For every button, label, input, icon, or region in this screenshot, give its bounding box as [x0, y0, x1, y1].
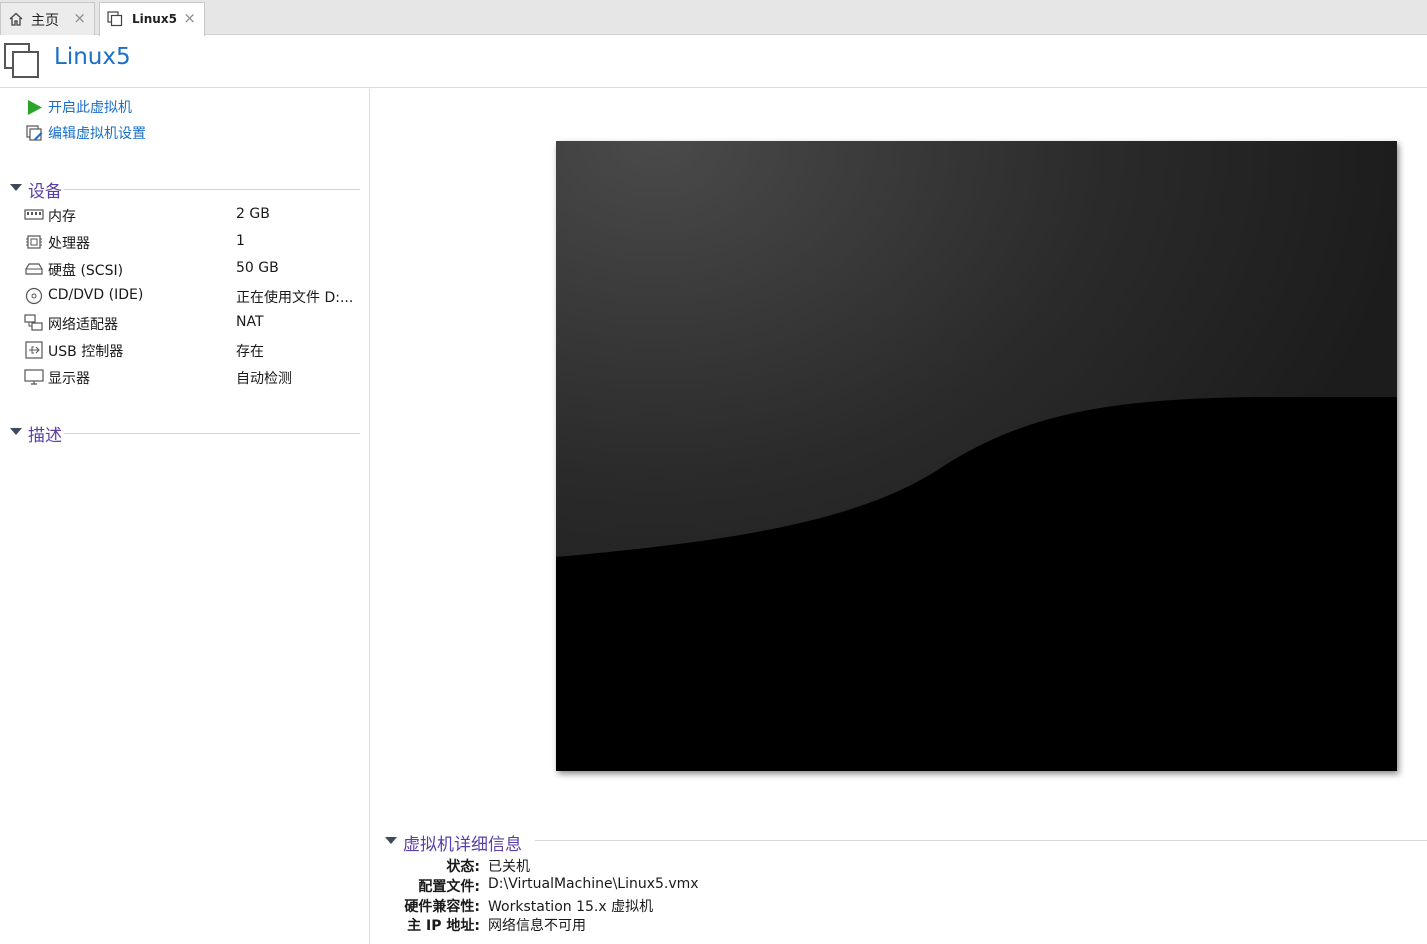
- vm-header: Linux5: [0, 36, 1427, 88]
- memory-icon: [24, 209, 44, 220]
- device-name: 处理器: [48, 236, 90, 252]
- devices-section-header[interactable]: 设备: [8, 176, 360, 202]
- display-icon: [24, 369, 44, 385]
- detail-key: 硬件兼容性:: [404, 899, 480, 915]
- start-vm-label: 开启此虚拟机: [48, 100, 132, 116]
- device-name: 内存: [48, 209, 76, 225]
- device-value: 1: [236, 233, 245, 249]
- detail-value: Workstation 15.x 虚拟机: [488, 899, 654, 915]
- device-name: CD/DVD (IDE): [48, 287, 144, 303]
- tab-linux5[interactable]: Linux5 ×: [99, 2, 205, 36]
- detail-row-hardware-compat: 硬件兼容性: Workstation 15.x 虚拟机: [385, 896, 1427, 916]
- device-row-usb[interactable]: USB 控制器 存在: [24, 338, 360, 362]
- device-name: USB 控制器: [48, 344, 124, 360]
- device-name: 硬盘 (SCSI): [48, 263, 124, 279]
- vm-icon: [107, 11, 123, 27]
- device-row-display[interactable]: 显示器 自动检测: [24, 365, 360, 389]
- hard-disk-icon: [25, 263, 43, 275]
- description-section-title: 描述: [28, 426, 62, 446]
- device-row-hard-disk[interactable]: 硬盘 (SCSI) 50 GB: [24, 257, 360, 281]
- section-divider: [64, 433, 360, 434]
- close-icon[interactable]: ×: [183, 9, 196, 27]
- detail-row-config-file: 配置文件: D:\VirtualMachine\Linux5.vmx: [385, 876, 1427, 896]
- detail-value: D:\VirtualMachine\Linux5.vmx: [488, 876, 699, 892]
- detail-key: 主 IP 地址:: [407, 918, 480, 934]
- play-icon: [28, 99, 42, 115]
- detail-row-status: 状态: 已关机: [385, 856, 1427, 876]
- detail-key: 配置文件:: [418, 879, 480, 895]
- section-divider: [64, 189, 360, 190]
- section-divider: [535, 840, 1427, 841]
- collapse-arrow-icon: [385, 837, 397, 844]
- network-adapter-icon: [24, 314, 43, 331]
- close-icon[interactable]: ×: [73, 9, 86, 27]
- devices-section-title: 设备: [28, 182, 62, 202]
- edit-settings-label: 编辑虚拟机设置: [48, 126, 146, 142]
- tab-bar: 主页 × Linux5 ×: [0, 0, 1427, 36]
- detail-row-ip-address: 主 IP 地址: 网络信息不可用: [385, 915, 1427, 935]
- vm-details-section-header[interactable]: 虚拟机详细信息: [385, 828, 1427, 855]
- device-row-memory[interactable]: 内存 2 GB: [24, 203, 360, 227]
- collapse-arrow-icon: [10, 428, 22, 435]
- device-value: 2 GB: [236, 206, 270, 222]
- page-title: Linux5: [54, 44, 131, 70]
- tab-home[interactable]: 主页 ×: [0, 2, 95, 35]
- usb-icon: [25, 341, 43, 359]
- device-row-network-adapter[interactable]: 网络适配器 NAT: [24, 311, 360, 335]
- device-value: 50 GB: [236, 260, 279, 276]
- tab-linux5-label: Linux5: [132, 12, 177, 26]
- device-row-processor[interactable]: 处理器 1: [24, 230, 360, 254]
- vm-icon: [4, 43, 39, 78]
- processor-icon: [26, 235, 42, 249]
- vm-details-title: 虚拟机详细信息: [403, 835, 522, 855]
- cd-dvd-icon: [25, 287, 43, 305]
- collapse-arrow-icon: [10, 184, 22, 191]
- tab-home-label: 主页: [31, 13, 59, 29]
- edit-settings-icon: [26, 124, 43, 141]
- detail-key: 状态:: [446, 859, 480, 875]
- detail-value: 网络信息不可用: [488, 918, 586, 934]
- start-vm-button[interactable]: 开启此虚拟机: [26, 97, 132, 117]
- device-value: 自动检测: [236, 371, 292, 387]
- description-section-header[interactable]: 描述: [8, 420, 360, 446]
- device-row-cd-dvd[interactable]: CD/DVD (IDE) 正在使用文件 D:...: [24, 284, 360, 308]
- edit-settings-button[interactable]: 编辑虚拟机设置: [26, 123, 146, 143]
- device-value: 正在使用文件 D:...: [236, 290, 354, 306]
- vm-screen-preview[interactable]: [556, 141, 1397, 771]
- detail-value: 已关机: [488, 859, 530, 875]
- device-value: NAT: [236, 314, 264, 330]
- home-icon: [9, 12, 23, 26]
- device-value: 存在: [236, 344, 264, 360]
- left-panel: 开启此虚拟机 编辑虚拟机设置 设备 内存 2 GB 处理器 1 硬盘 (SCSI…: [0, 89, 370, 944]
- device-name: 网络适配器: [48, 317, 118, 333]
- device-name: 显示器: [48, 371, 90, 387]
